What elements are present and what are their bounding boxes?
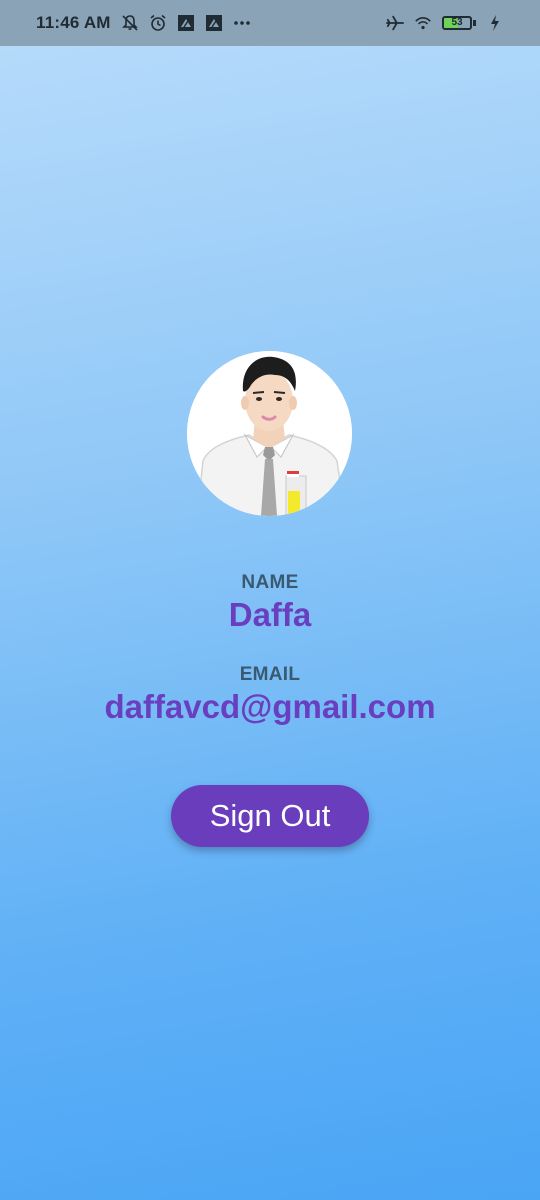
avatar bbox=[187, 351, 352, 516]
name-label: NAME bbox=[241, 572, 299, 593]
battery-level-text: 53 bbox=[451, 17, 463, 28]
status-left: 11:46 AM bbox=[36, 13, 251, 33]
notifications-off-icon bbox=[121, 14, 139, 32]
wifi-icon bbox=[414, 14, 432, 32]
sign-out-button[interactable]: Sign Out bbox=[171, 785, 369, 847]
status-bar: 11:46 AM 53 bbox=[0, 0, 540, 46]
email-value: daffavcd@gmail.com bbox=[104, 688, 436, 725]
airplane-mode-icon bbox=[386, 14, 404, 32]
name-value: Daffa bbox=[228, 596, 312, 633]
more-icon bbox=[233, 14, 251, 32]
battery-icon: 53 bbox=[442, 16, 476, 30]
status-time: 11:46 AM bbox=[36, 13, 111, 32]
status-right: 53 bbox=[386, 14, 504, 32]
app-icon bbox=[205, 14, 223, 32]
avatar-illustration bbox=[187, 351, 352, 516]
app-icon bbox=[177, 14, 195, 32]
email-label: EMAIL bbox=[239, 664, 301, 685]
battery-cap bbox=[473, 20, 476, 26]
alarm-icon bbox=[149, 14, 167, 32]
charging-icon bbox=[486, 14, 504, 32]
battery-body: 53 bbox=[442, 16, 472, 30]
